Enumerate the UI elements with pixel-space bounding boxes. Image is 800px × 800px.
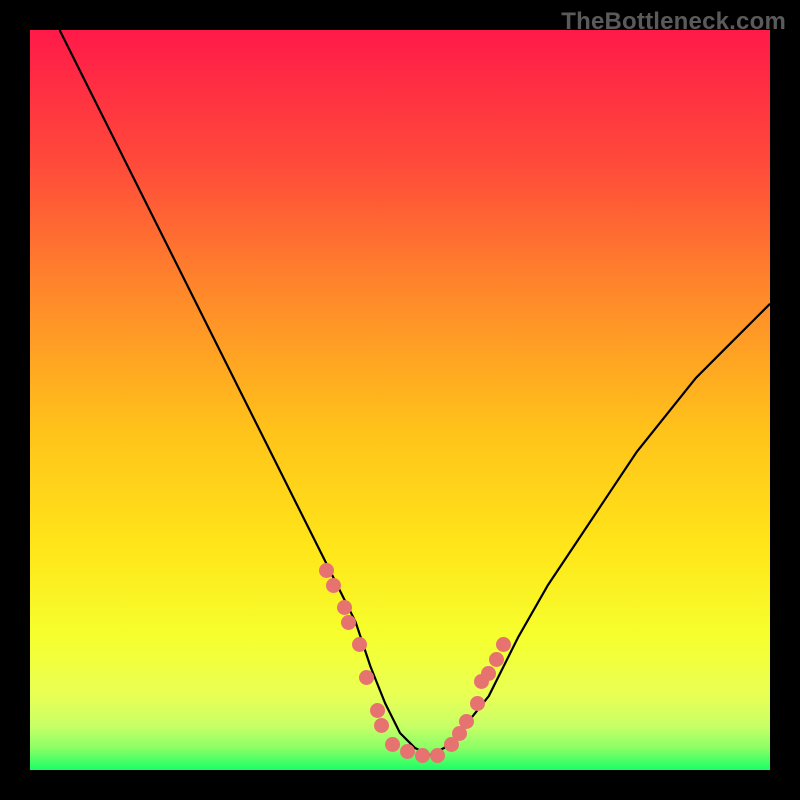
plot-area (30, 30, 770, 770)
chart-container: TheBottleneck.com (0, 0, 800, 800)
background-gradient (30, 30, 770, 770)
watermark-text: TheBottleneck.com (561, 8, 786, 36)
